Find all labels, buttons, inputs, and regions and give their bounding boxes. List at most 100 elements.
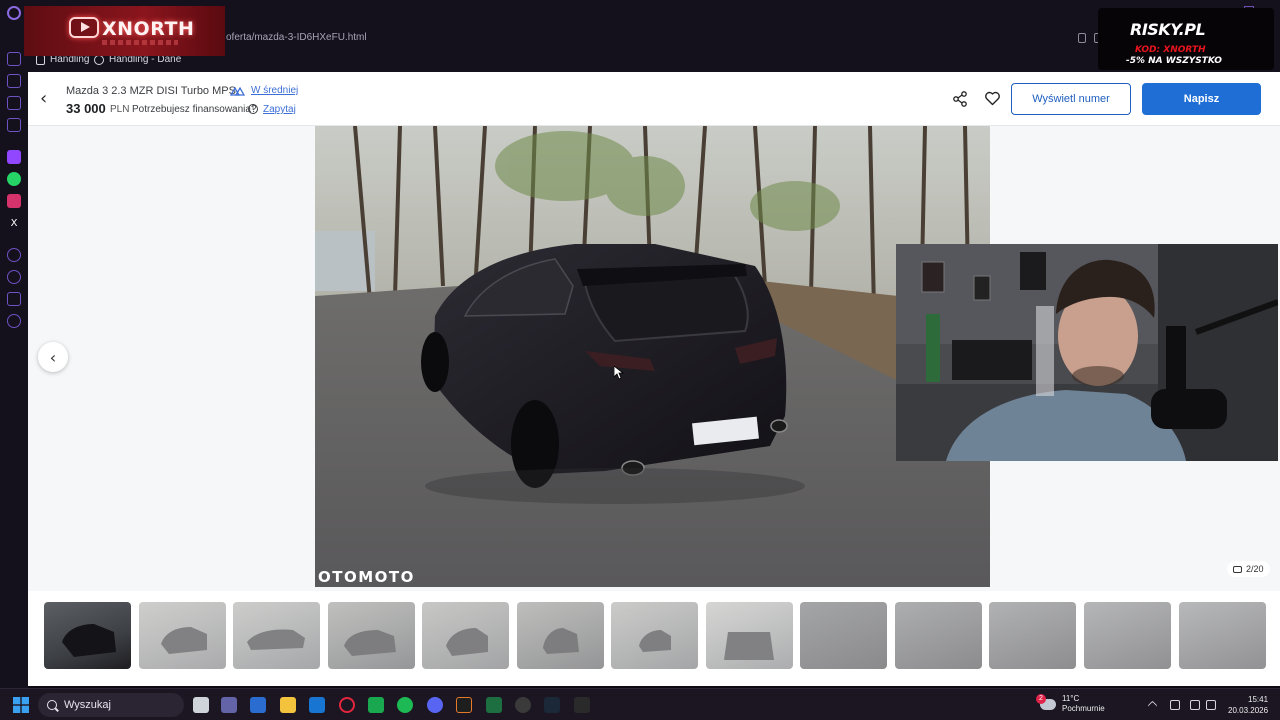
task-view-icon[interactable] <box>193 697 209 713</box>
speaker-icon[interactable] <box>1206 700 1216 710</box>
opera-logo-icon[interactable] <box>7 6 21 20</box>
sidebar-app-icon[interactable] <box>7 52 21 66</box>
thumbnail-13[interactable] <box>1179 602 1266 669</box>
display-icon[interactable] <box>1190 700 1200 710</box>
browser-sidebar: X <box>0 0 28 688</box>
settings-icon[interactable] <box>7 314 21 328</box>
twitch-icon[interactable] <box>7 150 21 164</box>
thumbnail-1[interactable] <box>44 602 131 669</box>
thumbnail-car-image <box>247 629 305 650</box>
globe-icon <box>94 54 104 65</box>
weather-widget[interactable]: 2 11°C Pochmurnie <box>1036 693 1105 714</box>
heart-icon[interactable] <box>984 90 1001 107</box>
clock-date: 20.03.2026 <box>1228 706 1269 715</box>
thumbnail-car-image <box>543 628 579 654</box>
sidebar-app-icon[interactable] <box>7 118 21 132</box>
mouse-cursor-icon <box>614 366 624 380</box>
sidebar-app-icon[interactable] <box>7 74 21 88</box>
app-icon[interactable] <box>368 697 384 713</box>
thumbnail-car-image <box>62 624 116 657</box>
file-explorer-icon[interactable] <box>280 697 296 713</box>
steam-icon[interactable] <box>544 697 560 713</box>
thumbnail-car-image <box>446 628 488 656</box>
camera-icon <box>1233 565 1242 573</box>
thumbnail-6[interactable] <box>517 602 604 669</box>
thumbnail-10[interactable] <box>895 602 982 669</box>
teams-icon[interactable] <box>221 697 237 713</box>
listing-title: Mazda 3 2.3 MZR DISI Turbo MPS <box>66 85 236 97</box>
thumbnail-12[interactable] <box>1084 602 1171 669</box>
sidebar-app-icon[interactable] <box>7 96 21 110</box>
weather-desc: Pochmurnie <box>1062 704 1105 713</box>
windows-taskbar: Wyszukaj 2 11°C Pochmurnie 15:41 20.03.2… <box>0 688 1280 720</box>
back-arrow-icon[interactable]: ‹ <box>40 90 56 108</box>
xnorth-subline <box>102 40 178 45</box>
instagram-icon[interactable] <box>7 194 21 208</box>
share-icon[interactable] <box>952 91 968 107</box>
mail-icon[interactable] <box>309 697 325 713</box>
thumbnail-7[interactable] <box>611 602 698 669</box>
photo-counter-label: 2/20 <box>1246 564 1264 574</box>
epic-games-icon[interactable] <box>574 697 590 713</box>
app-icon[interactable] <box>456 697 472 713</box>
sidebar-app-icon[interactable] <box>7 292 21 306</box>
pin-icon[interactable] <box>1078 33 1086 43</box>
address-bar[interactable]: oferta/mazda-3-ID6HXeFU.html <box>226 32 367 43</box>
price-rating-icon <box>230 86 245 96</box>
microphone-icon[interactable] <box>1170 700 1180 710</box>
store-icon[interactable] <box>250 697 266 713</box>
app-icon[interactable] <box>515 697 531 713</box>
weather-text: 11°C Pochmurnie <box>1062 694 1105 714</box>
thumbnail-strip <box>28 591 1280 686</box>
price: 33 000 <box>66 101 106 116</box>
thumbnail-5[interactable] <box>422 602 509 669</box>
show-number-button[interactable]: Wyświetl numer <box>1011 83 1131 115</box>
risky-code: KOD: XNORTH <box>1135 45 1206 55</box>
risky-promo-text: -5% NA WSZYSTKO <box>1126 56 1222 66</box>
document-icon <box>36 54 45 65</box>
thumbnail-2[interactable] <box>139 602 226 669</box>
gallery-prev-button[interactable]: ‹ <box>38 342 68 372</box>
info-icon[interactable]: i <box>248 104 258 114</box>
sidebar-app-icon[interactable] <box>7 248 21 262</box>
financing-question: Potrzebujesz finansowania? <box>132 104 257 115</box>
spotify-icon[interactable] <box>397 697 413 713</box>
chevron-up-icon[interactable] <box>1147 700 1158 711</box>
risky-promo-overlay: RISKY.PL KOD: XNORTH -5% NA WSZYSTKO <box>1098 8 1274 70</box>
photo-counter: 2/20 <box>1227 561 1270 577</box>
youtube-icon <box>69 17 99 38</box>
otomoto-watermark: OTOMOTO <box>318 568 415 586</box>
main-car-photo[interactable] <box>315 126 990 587</box>
opera-gx-icon[interactable] <box>339 697 355 713</box>
xnorth-label: XNORTH <box>102 18 195 40</box>
taskbar-search[interactable]: Wyszukaj <box>38 693 184 717</box>
discord-icon[interactable] <box>427 697 443 713</box>
weather-temp: 11°C <box>1062 694 1080 703</box>
price-rating-link[interactable]: W średniej <box>251 85 298 96</box>
webcam-overlay <box>896 244 1278 461</box>
listing-header: ‹ Mazda 3 2.3 MZR DISI Turbo MPS W średn… <box>28 72 1280 126</box>
thumbnail-car-image <box>639 630 671 652</box>
thumbnail-4[interactable] <box>328 602 415 669</box>
thumbnail-car-image <box>724 632 774 660</box>
thumbnail-9[interactable] <box>800 602 887 669</box>
write-message-button[interactable]: Napisz <box>1142 83 1261 115</box>
notification-badge: 2 <box>1036 693 1046 704</box>
x-icon[interactable]: X <box>7 216 21 230</box>
windows-start-icon[interactable] <box>13 697 29 713</box>
thumbnail-11[interactable] <box>989 602 1076 669</box>
whatsapp-icon[interactable] <box>7 172 21 186</box>
history-icon[interactable] <box>7 270 21 284</box>
excel-icon[interactable] <box>486 697 502 713</box>
taskbar-search-label: Wyszukaj <box>64 699 111 711</box>
thumbnail-3[interactable] <box>233 602 320 669</box>
thumbnail-car-image <box>344 630 396 656</box>
ask-financing-link[interactable]: Zapytaj <box>263 104 296 115</box>
thumbnail-8[interactable] <box>706 602 793 669</box>
thumbnail-car-image <box>161 627 207 654</box>
cloud-icon: 2 <box>1036 693 1056 710</box>
clock-time: 15:41 <box>1248 695 1269 704</box>
system-clock[interactable]: 15:41 20.03.2026 <box>1228 694 1268 716</box>
risky-logo: RISKY.PL <box>1130 20 1206 39</box>
search-icon <box>47 700 57 710</box>
